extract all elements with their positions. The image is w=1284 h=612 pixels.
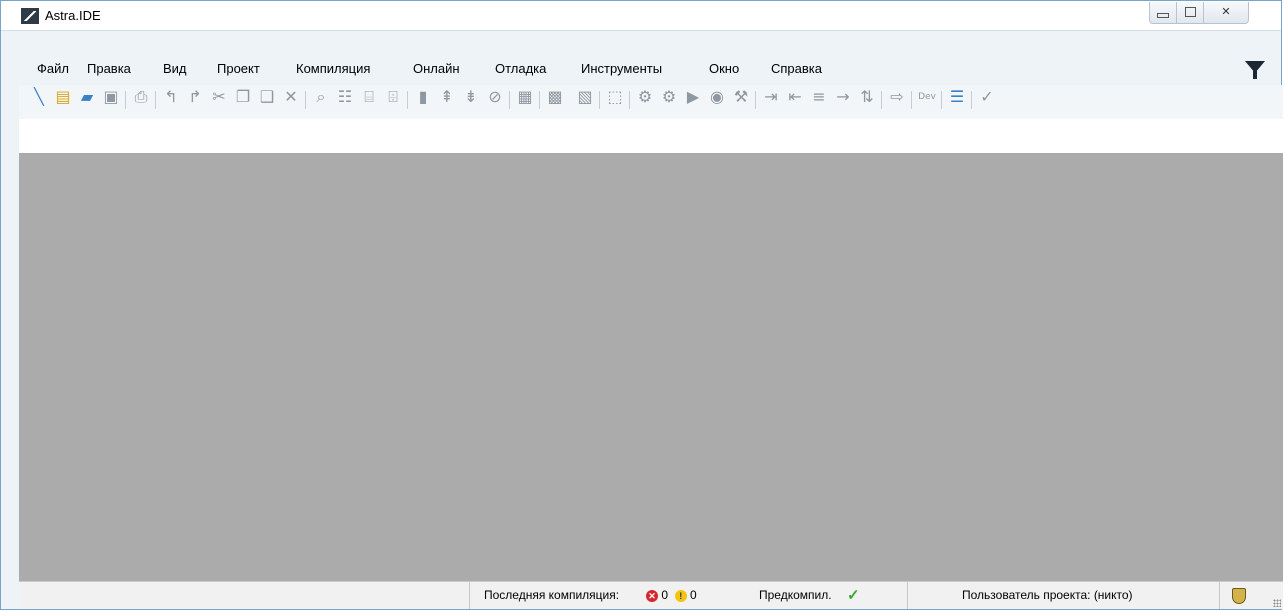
- export-icon[interactable]: ▧: [575, 87, 595, 107]
- find-icon[interactable]: ⌕: [311, 87, 331, 107]
- indent-icon[interactable]: ⇥: [761, 87, 781, 107]
- build-icon[interactable]: ⚙: [635, 87, 655, 107]
- frame-icon[interactable]: ⬚: [605, 87, 625, 107]
- menu-tools[interactable]: Инструменты: [581, 61, 662, 76]
- toolbar-separator: [755, 91, 756, 109]
- window-icon[interactable]: ▦: [515, 87, 535, 107]
- redo-icon[interactable]: ↱: [185, 87, 205, 107]
- status-cell-user: Пользователь проекта: (никто): [907, 582, 1219, 609]
- menu-debug[interactable]: Отладка: [495, 61, 546, 76]
- step-icon[interactable]: ⇨: [887, 87, 907, 107]
- toolbar-separator: [941, 91, 942, 109]
- resize-grip-icon[interactable]: [1273, 599, 1281, 607]
- run-icon[interactable]: ▶: [683, 87, 703, 107]
- menu-help[interactable]: Справка: [771, 61, 822, 76]
- menu-file[interactable]: Файл: [37, 61, 69, 76]
- project-user-label: Пользователь проекта: (никто): [962, 588, 1133, 602]
- toolbar-separator: [599, 91, 600, 109]
- menu-edit[interactable]: Правка: [87, 61, 131, 76]
- menu-window[interactable]: Окно: [709, 61, 739, 76]
- menu-bar: Файл Правка Вид Проект Компиляция Онлайн…: [19, 55, 1281, 79]
- toolbar-separator: [407, 91, 408, 109]
- close-button[interactable]: ✕: [1203, 2, 1249, 24]
- print-icon[interactable]: ⎙: [131, 87, 151, 107]
- error-count: 0: [661, 588, 669, 602]
- close-icon: ✕: [1221, 5, 1231, 18]
- maximize-icon: [1184, 7, 1196, 17]
- filter-icon[interactable]: [1245, 61, 1265, 79]
- object-icon[interactable]: ▩: [545, 87, 565, 107]
- menu-online[interactable]: Онлайн: [413, 61, 460, 76]
- workspace-area[interactable]: [19, 153, 1283, 581]
- toolbar-separator: [509, 91, 510, 109]
- status-cell-compile: Последняя компиляция: ✕ 0 ! 0: [469, 582, 755, 609]
- menu-project[interactable]: Проект: [217, 61, 260, 76]
- minimize-icon: [1157, 13, 1169, 18]
- paste-icon[interactable]: ❑: [257, 87, 277, 107]
- status-bar: Последняя компиляция: ✕ 0 ! 0 Предкомпил…: [19, 581, 1283, 609]
- open-folder-icon[interactable]: ▰: [77, 87, 97, 107]
- cut-icon[interactable]: ✂: [209, 87, 229, 107]
- status-cell-security[interactable]: [1219, 582, 1283, 609]
- toolbar-separator: [305, 91, 306, 109]
- maximize-button[interactable]: [1176, 2, 1204, 24]
- toolbar-separator: [125, 91, 126, 109]
- toolbar: ╲ ▤ ▰ ▣ ⎙ ↰ ↱ ✂ ❐ ❑ ✕ ⌕ ☷ ⌸ ⌹ ▮ ⇞ ⇟ ⊘ ▦ …: [19, 85, 1283, 119]
- dev-icon[interactable]: Dev: [917, 87, 937, 107]
- replace-in-project-icon[interactable]: ⌹: [383, 87, 403, 107]
- toolbar-separator: [971, 91, 972, 109]
- toolbar-separator: [155, 91, 156, 109]
- find-in-project-icon[interactable]: ⌸: [359, 87, 379, 107]
- toolbar-separator: [629, 91, 630, 109]
- copy-icon[interactable]: ❐: [233, 87, 253, 107]
- error-icon: ✕: [646, 589, 658, 602]
- clear-bookmarks-icon[interactable]: ⊘: [485, 87, 505, 107]
- minimize-button[interactable]: [1149, 2, 1177, 24]
- bookmark-icon[interactable]: ▮: [413, 87, 433, 107]
- warning-icon: !: [674, 589, 687, 602]
- next-bookmark-icon[interactable]: ⇟: [461, 87, 481, 107]
- undo-icon[interactable]: ↰: [161, 87, 181, 107]
- prev-bookmark-icon[interactable]: ⇞: [437, 87, 457, 107]
- find-replace-icon[interactable]: ☷: [335, 87, 355, 107]
- magic-wand-icon[interactable]: ╲: [29, 87, 49, 107]
- menu-compile[interactable]: Компиляция: [296, 61, 370, 76]
- last-compile-label: Последняя компиляция:: [484, 588, 620, 602]
- toolbar-separator: [911, 91, 912, 109]
- menu-view[interactable]: Вид: [163, 61, 187, 76]
- window-title: Astra.IDE: [45, 8, 101, 23]
- shield-icon[interactable]: [1232, 588, 1246, 604]
- title-bar[interactable]: Astra.IDE ✕: [1, 1, 1281, 31]
- outdent-icon[interactable]: ⇤: [785, 87, 805, 107]
- astra-logo-icon: [21, 8, 39, 24]
- toggle-icon[interactable]: ⇅: [857, 87, 877, 107]
- precompile-ok-icon: ✓: [847, 587, 860, 604]
- status-cell-precompile: Предкомпил. ✓: [755, 582, 907, 609]
- compile-counts: ✕ 0 ! 0: [646, 582, 697, 609]
- tools-icon[interactable]: ⚒: [731, 87, 751, 107]
- delete-icon[interactable]: ✕: [281, 87, 301, 107]
- save-icon[interactable]: ▣: [101, 87, 121, 107]
- toolbar-separator: [539, 91, 540, 109]
- stop-icon[interactable]: ◉: [707, 87, 727, 107]
- check-icon[interactable]: ✓: [977, 87, 997, 107]
- comment-icon[interactable]: ≡: [809, 87, 829, 107]
- uncomment-icon[interactable]: →: [833, 87, 853, 107]
- toolbar-separator: [881, 91, 882, 109]
- status-cell-empty: [19, 582, 469, 609]
- app-window: Astra.IDE ✕ Файл Правка Вид Проект Компи…: [0, 0, 1283, 610]
- warning-count: 0: [690, 588, 697, 602]
- precompile-label: Предкомпил.: [759, 588, 832, 602]
- rebuild-icon[interactable]: ⚙: [659, 87, 679, 107]
- toolbar-band: [19, 119, 1283, 154]
- filter-list-icon[interactable]: ☰: [947, 87, 967, 107]
- new-file-icon[interactable]: ▤: [53, 87, 73, 107]
